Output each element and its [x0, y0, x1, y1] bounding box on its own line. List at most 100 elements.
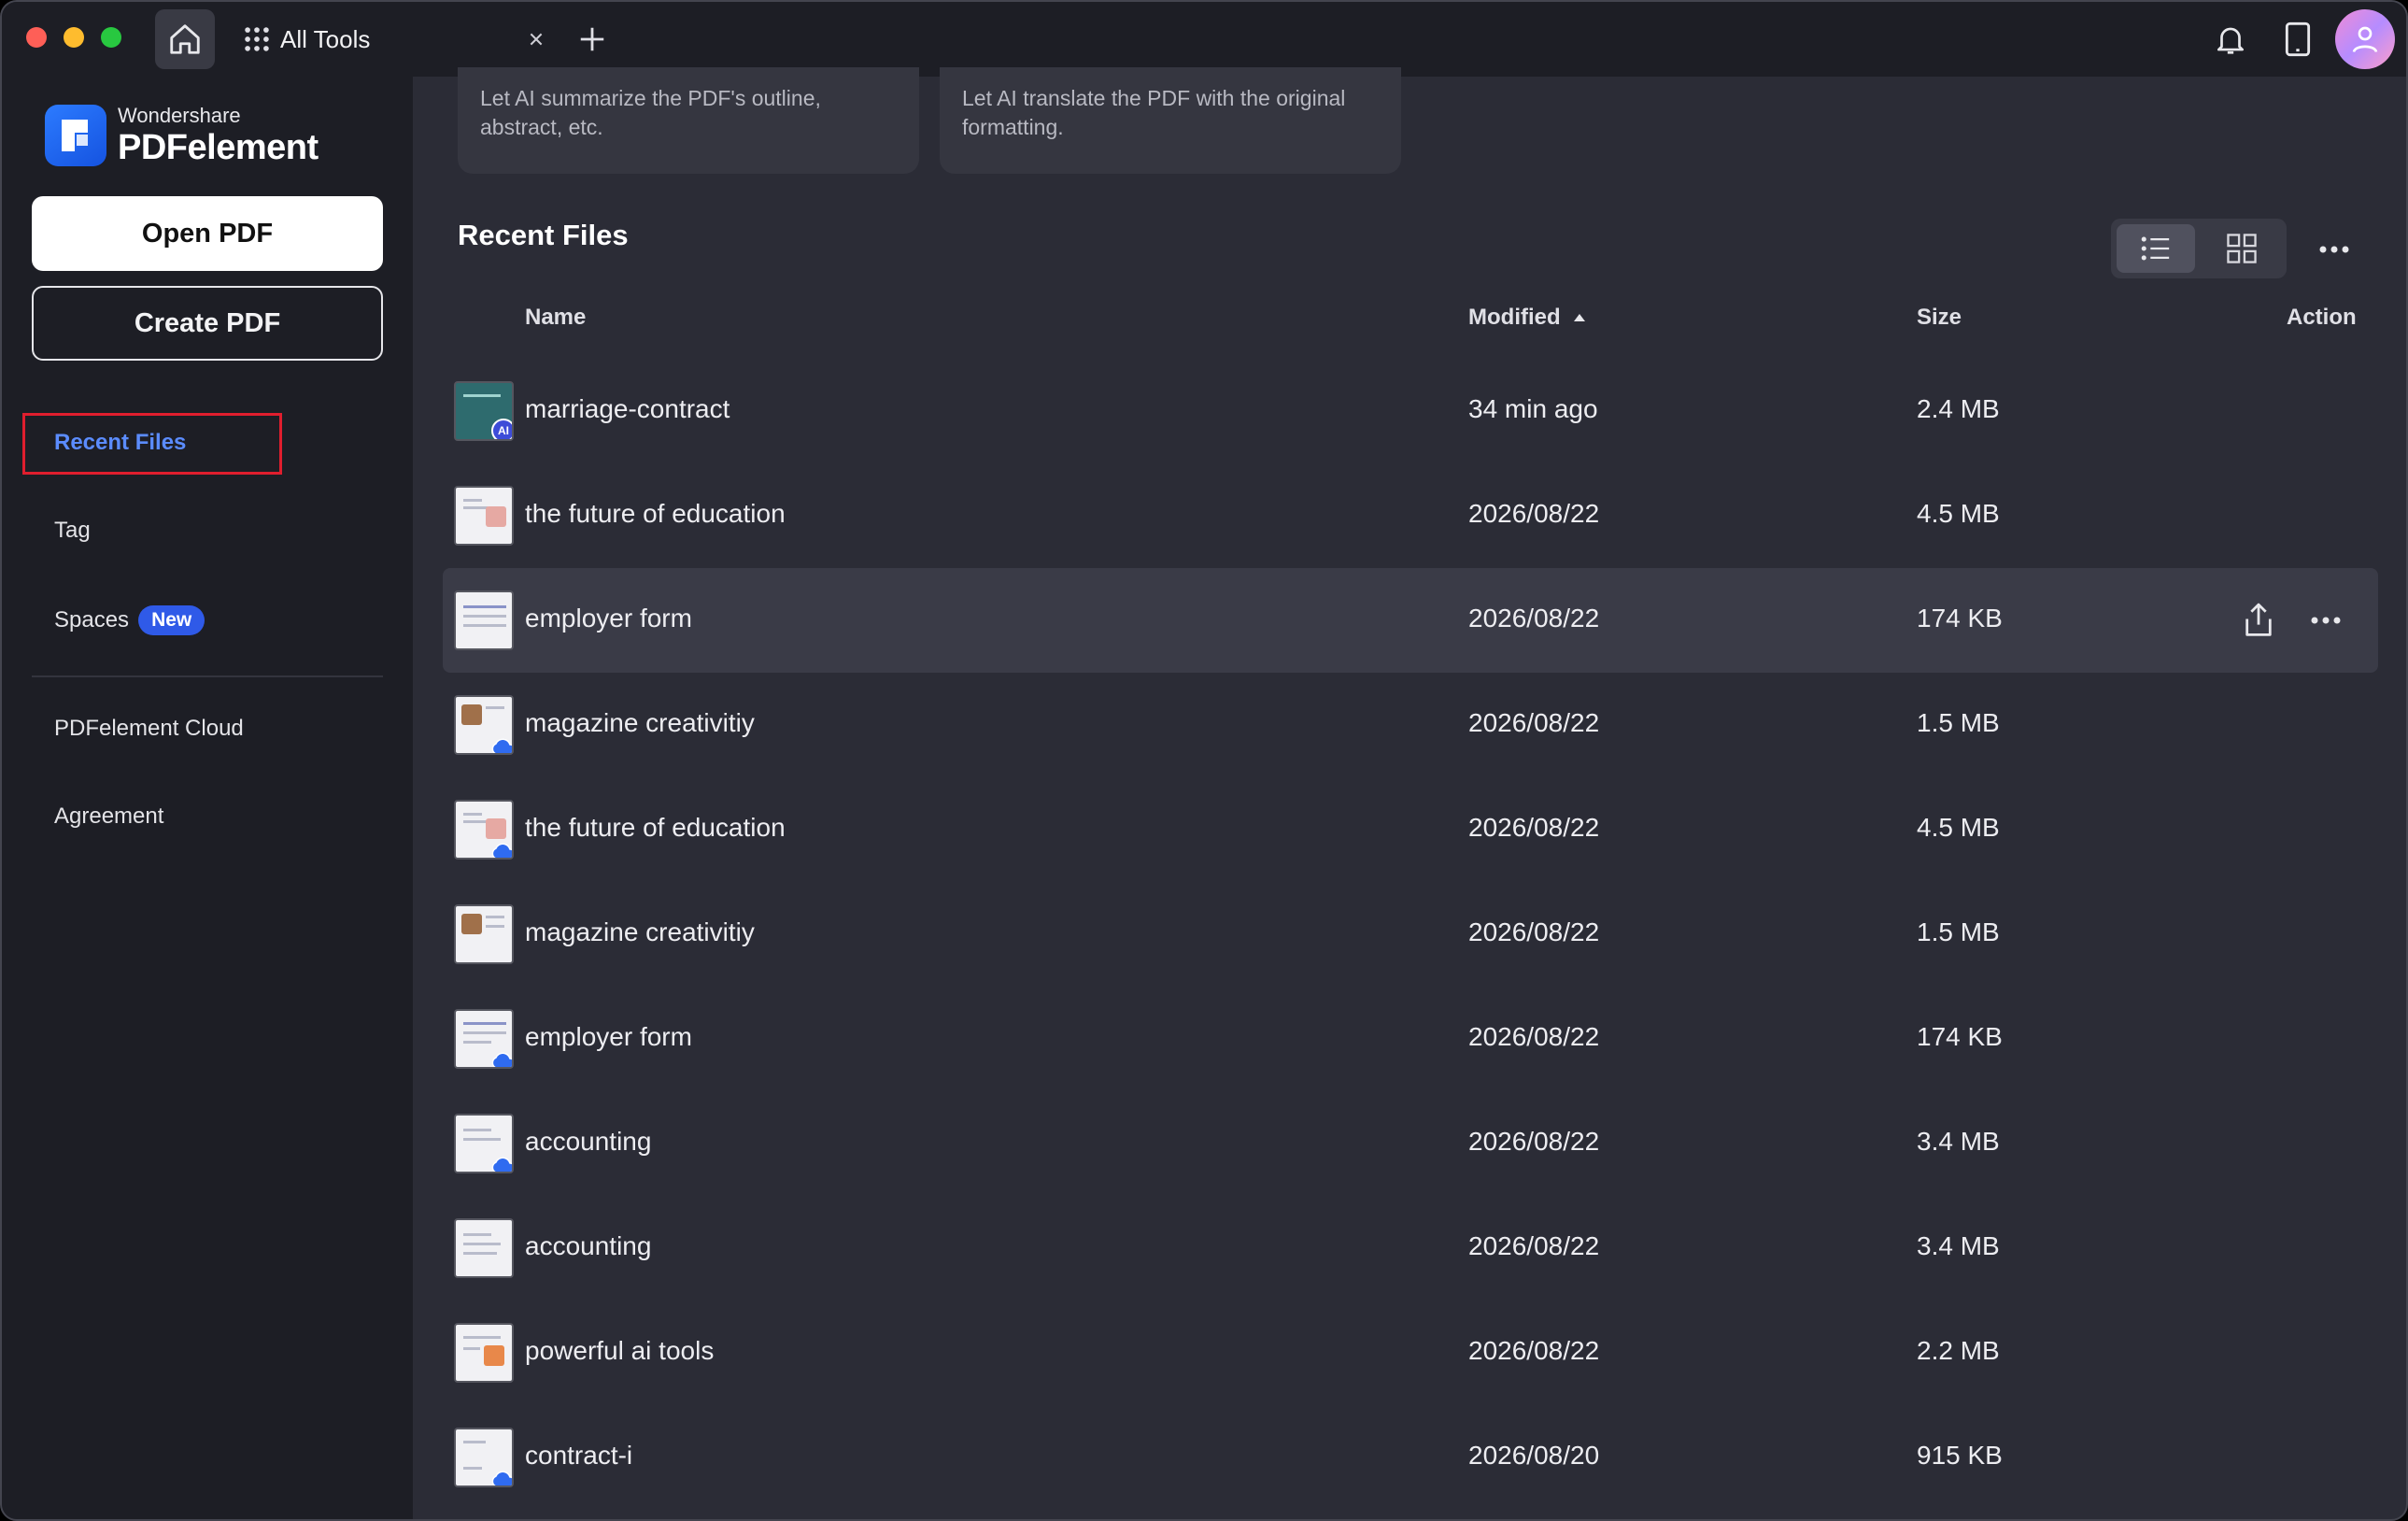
minimize-window-button[interactable] — [64, 27, 84, 48]
file-thumbnail — [454, 486, 514, 546]
app-logo: Wondershare PDFelement — [45, 105, 319, 166]
list-view-button[interactable] — [2117, 224, 2195, 273]
file-thumbnail — [454, 904, 514, 964]
file-thumbnail — [454, 1218, 514, 1278]
sidebar: Wondershare PDFelement Open PDF Create P… — [2, 77, 413, 1519]
file-size: 2.2 MB — [1917, 1336, 2000, 1365]
file-thumbnail — [454, 1009, 514, 1069]
table-row[interactable]: powerful ai tools 2026/08/22 2.2 MB — [443, 1301, 2378, 1405]
file-modified: 2026/08/22 — [1468, 604, 1600, 633]
tab-all-tools[interactable]: All Tools — [234, 9, 551, 69]
file-name: contract-i — [525, 1441, 633, 1470]
cloud-icon — [491, 843, 512, 858]
file-name: magazine creativitiy — [525, 708, 755, 737]
bell-icon — [2217, 27, 2245, 54]
product-name: PDFelement — [118, 128, 319, 167]
file-list: AI marriage-contract 34 min ago 2.4 MB t… — [443, 359, 2378, 1510]
column-header-label: Modified — [1468, 305, 1561, 330]
file-size: 3.4 MB — [1917, 1231, 2000, 1260]
table-row[interactable]: employer form 2026/08/22 174 KB — [443, 568, 2378, 673]
file-modified: 2026/08/22 — [1468, 708, 1600, 737]
sidebar-item-label: Spaces — [54, 607, 130, 633]
more-options-button[interactable] — [2313, 228, 2356, 271]
column-header-modified[interactable]: Modified — [1468, 305, 1587, 331]
file-modified: 2026/08/22 — [1468, 1127, 1600, 1156]
file-modified: 2026/08/22 — [1468, 813, 1600, 842]
close-window-button[interactable] — [26, 27, 47, 48]
file-modified: 2026/08/22 — [1468, 1022, 1600, 1051]
tab-label: All Tools — [280, 24, 371, 53]
tab-close-button[interactable] — [521, 24, 551, 54]
table-row[interactable]: accounting 2026/08/22 3.4 MB — [443, 1091, 2378, 1196]
close-icon — [530, 33, 543, 46]
table-row[interactable]: magazine creativitiy 2026/08/22 1.5 MB — [443, 882, 2378, 987]
new-tab-button[interactable] — [575, 22, 609, 56]
column-header-action: Action — [2287, 305, 2357, 330]
column-header-name[interactable]: Name — [525, 305, 586, 331]
new-badge: New — [138, 605, 205, 635]
file-modified: 34 min ago — [1468, 394, 1598, 423]
file-name: the future of education — [525, 499, 786, 528]
file-size: 2.4 MB — [1917, 394, 2000, 423]
grid-view-button[interactable] — [2203, 224, 2281, 273]
column-header-size[interactable]: Size — [1917, 305, 1962, 331]
ai-icon: AI — [491, 419, 512, 439]
file-size: 1.5 MB — [1917, 708, 2000, 737]
table-row[interactable]: accounting 2026/08/22 3.4 MB — [443, 1196, 2378, 1301]
sidebar-item-tag[interactable]: Tag — [54, 518, 91, 544]
sidebar-item-pdfelement-cloud[interactable]: PDFelement Cloud — [54, 716, 244, 742]
pdfelement-logo-icon — [45, 105, 106, 166]
sidebar-divider — [32, 675, 383, 677]
sort-ascending-icon — [1573, 314, 1585, 321]
list-view-icon — [2141, 236, 2170, 261]
file-size: 915 KB — [1917, 1441, 2003, 1470]
file-modified: 2026/08/22 — [1468, 1231, 1600, 1260]
file-thumbnail — [454, 1323, 514, 1383]
create-pdf-button[interactable]: Create PDF — [32, 286, 383, 361]
row-more-button[interactable] — [2305, 600, 2346, 641]
zoom-window-button[interactable] — [101, 27, 121, 48]
user-avatar[interactable] — [2335, 9, 2395, 69]
file-size: 4.5 MB — [1917, 499, 2000, 528]
table-row[interactable]: the future of education 2026/08/22 4.5 M… — [443, 777, 2378, 882]
section-title: Recent Files — [458, 219, 629, 251]
tablet-icon — [2285, 21, 2311, 57]
view-toggle — [2111, 219, 2287, 278]
file-name: accounting — [525, 1127, 652, 1156]
ai-summarize-card[interactable]: Let AI summarize the PDF's outline, abst… — [458, 67, 919, 174]
open-pdf-button[interactable]: Open PDF — [32, 196, 383, 271]
sidebar-item-agreement[interactable]: Agreement — [54, 803, 163, 830]
table-row[interactable]: contract-i 2026/08/20 915 KB — [443, 1405, 2378, 1510]
notifications-button[interactable] — [2206, 15, 2255, 64]
more-icon — [2319, 246, 2349, 253]
apps-grid-icon — [245, 27, 269, 51]
file-thumbnail — [454, 695, 514, 755]
table-row[interactable]: magazine creativitiy 2026/08/22 1.5 MB — [443, 673, 2378, 777]
ai-translate-card[interactable]: Let AI translate the PDF with the origin… — [940, 67, 1401, 174]
file-size: 3.4 MB — [1917, 1127, 2000, 1156]
table-row[interactable]: the future of education 2026/08/22 4.5 M… — [443, 463, 2378, 568]
share-button[interactable] — [2238, 600, 2279, 641]
file-size: 174 KB — [1917, 1022, 2003, 1051]
file-thumbnail — [454, 800, 514, 860]
device-button[interactable] — [2273, 15, 2322, 64]
home-icon — [170, 24, 200, 54]
file-modified: 2026/08/20 — [1468, 1441, 1600, 1470]
share-icon — [2245, 603, 2272, 636]
sidebar-item-recent-files[interactable]: Recent Files — [54, 430, 186, 456]
file-modified: 2026/08/22 — [1468, 499, 1600, 528]
file-name: powerful ai tools — [525, 1336, 715, 1365]
table-row[interactable]: AI marriage-contract 34 min ago 2.4 MB — [443, 359, 2378, 463]
table-row[interactable]: employer form 2026/08/22 174 KB — [443, 987, 2378, 1091]
card-description: Let AI translate the PDF with the origin… — [962, 86, 1346, 139]
cloud-icon — [491, 738, 512, 753]
cloud-icon — [491, 1052, 512, 1067]
home-button[interactable] — [155, 9, 215, 69]
avatar-icon — [2352, 26, 2378, 53]
file-thumbnail — [454, 590, 514, 650]
card-description: Let AI summarize the PDF's outline, abst… — [480, 86, 821, 139]
grid-view-icon — [2227, 234, 2257, 263]
file-size: 1.5 MB — [1917, 917, 2000, 946]
sidebar-item-spaces[interactable]: Spaces New — [54, 605, 205, 635]
more-icon — [2311, 617, 2341, 624]
